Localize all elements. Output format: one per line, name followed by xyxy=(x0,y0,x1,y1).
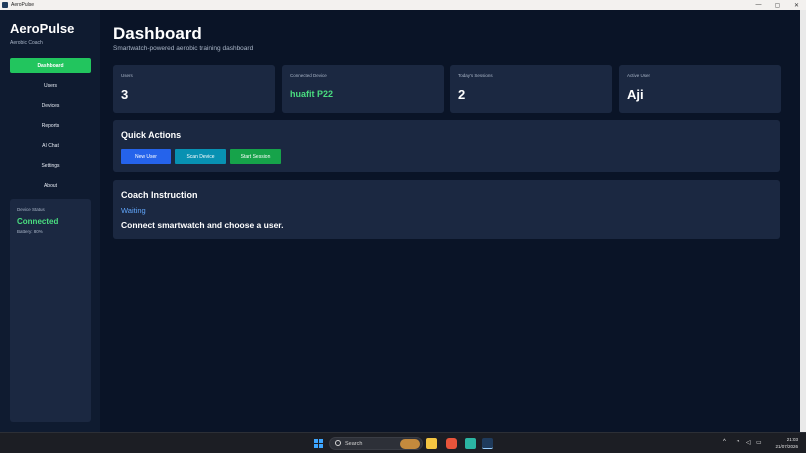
window-edge xyxy=(800,10,806,432)
stat-card-users: Users 3 xyxy=(113,65,275,113)
quick-actions-title: Quick Actions xyxy=(121,130,182,140)
device-status-value: Connected xyxy=(17,217,59,226)
new-user-button[interactable]: New User xyxy=(121,149,171,164)
tray-chevron-icon[interactable]: ^ xyxy=(723,439,726,445)
window-title: AeroPulse xyxy=(11,2,35,8)
wifi-icon[interactable]: ◔ xyxy=(736,439,740,445)
taskbar-clock[interactable]: 21:03 21/07/2026 xyxy=(775,436,798,450)
scan-device-button[interactable]: Scan Device xyxy=(175,149,226,164)
coach-message: Connect smartwatch and choose a user. xyxy=(121,220,284,230)
sidebar: AeroPulse Aerobic Coach Dashboard Users … xyxy=(0,10,100,432)
battery-level: Battery: 80% xyxy=(17,229,43,234)
sidebar-nav: Dashboard Users Devices Reports AI Chat … xyxy=(10,58,91,198)
coach-instruction-title: Coach Instruction xyxy=(121,190,198,200)
coach-status: Waiting xyxy=(121,206,146,215)
stat-label: Users xyxy=(121,73,133,78)
search-highlight-icon xyxy=(400,439,420,449)
file-explorer-icon[interactable] xyxy=(426,438,437,449)
quick-actions-panel: Quick Actions New User Scan Device Start… xyxy=(113,120,780,172)
coach-instruction-panel: Coach Instruction Waiting Connect smartw… xyxy=(113,180,780,239)
volume-icon[interactable]: ◁ xyxy=(746,439,751,446)
taskbar-search-placeholder: Search xyxy=(345,440,363,447)
browser-icon[interactable] xyxy=(446,438,457,449)
sidebar-item-devices[interactable]: Devices xyxy=(10,98,91,113)
app-icon xyxy=(2,2,8,8)
page-subtitle: Smartwatch-powered aerobic training dash… xyxy=(113,45,254,52)
sidebar-item-users[interactable]: Users xyxy=(10,78,91,93)
stat-value: Aji xyxy=(627,87,644,102)
brand-subtitle: Aerobic Coach xyxy=(10,40,43,46)
sidebar-item-dashboard[interactable]: Dashboard xyxy=(10,58,91,73)
taskbar: Search ^ ◔ ◁ ▭ 21:03 21/07/2026 xyxy=(0,432,806,453)
brand-name: AeroPulse xyxy=(10,21,75,36)
battery-icon[interactable]: ▭ xyxy=(756,439,762,446)
clock-time: 21:03 xyxy=(786,437,798,442)
device-status-label: Device Status xyxy=(17,207,45,212)
stat-label: Active User xyxy=(627,73,651,78)
sidebar-item-settings[interactable]: Settings xyxy=(10,158,91,173)
stat-card-connected-device: Connected Device huafit P22 xyxy=(282,65,444,113)
taskbar-search[interactable]: Search xyxy=(329,437,423,450)
stat-value: 2 xyxy=(458,87,466,102)
stat-card-active-user: Active User Aji xyxy=(619,65,781,113)
page-title: Dashboard xyxy=(113,24,202,43)
chat-app-icon[interactable] xyxy=(465,438,476,449)
start-session-button[interactable]: Start Session xyxy=(230,149,281,164)
minimize-button[interactable]: — xyxy=(749,0,768,10)
window-controls: — ▢ ✕ xyxy=(749,0,806,10)
windows-start-icon[interactable] xyxy=(314,439,323,448)
sidebar-item-reports[interactable]: Reports xyxy=(10,118,91,133)
clock-date: 21/07/2026 xyxy=(775,444,798,449)
stat-value: huafit P22 xyxy=(290,89,334,99)
aeropulse-taskbar-icon[interactable] xyxy=(482,438,493,449)
window-titlebar: AeroPulse — ▢ ✕ xyxy=(0,0,806,10)
stat-label: Connected Device xyxy=(290,73,327,78)
search-icon xyxy=(335,440,341,446)
stat-value: 3 xyxy=(121,87,129,102)
sidebar-item-ai-chat[interactable]: AI Chat xyxy=(10,138,91,153)
close-button[interactable]: ✕ xyxy=(787,0,806,10)
device-status-card: Device Status Connected Battery: 80% xyxy=(10,199,91,422)
sidebar-item-about[interactable]: About xyxy=(10,178,91,193)
maximize-button[interactable]: ▢ xyxy=(768,0,787,10)
stat-card-todays-sessions: Today's Sessions 2 xyxy=(450,65,612,113)
stat-label: Today's Sessions xyxy=(458,73,493,78)
app-window: AeroPulse Aerobic Coach Dashboard Users … xyxy=(0,10,800,432)
